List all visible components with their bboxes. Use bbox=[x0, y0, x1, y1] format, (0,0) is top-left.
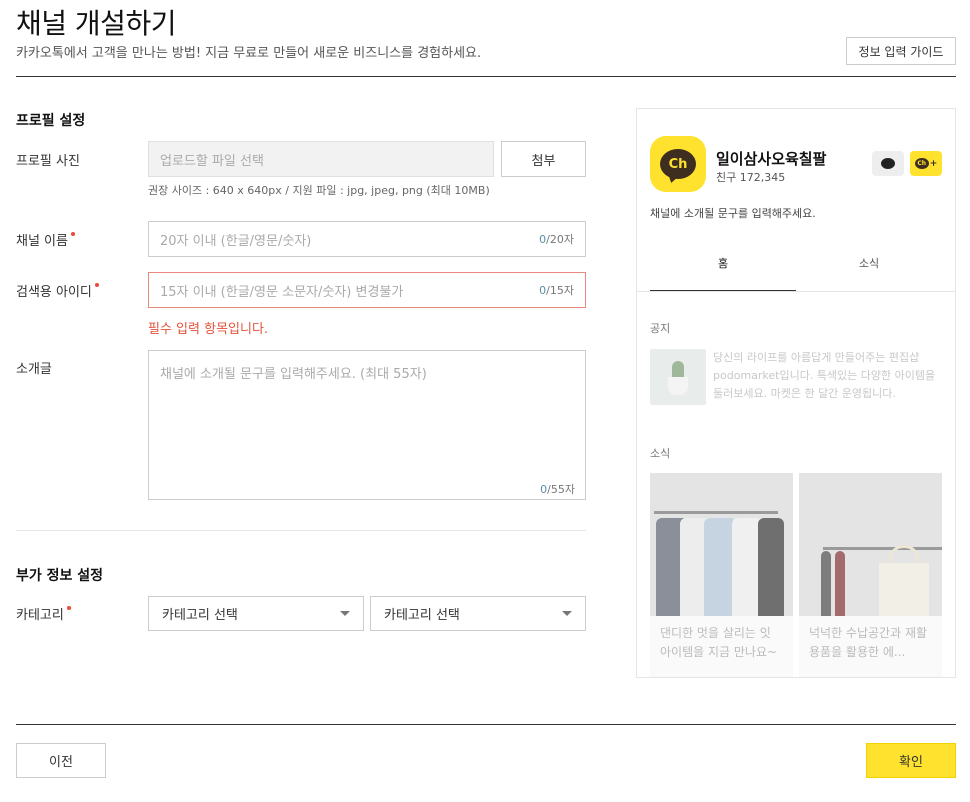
profile-section-title: 프로필 설정 bbox=[16, 113, 86, 129]
search-id-label-text: 검색용 아이디 bbox=[16, 285, 92, 300]
tote-bag-shape bbox=[879, 563, 929, 616]
photo-size-hint: 권장 사이즈 : 640 x 640px / 지원 파일 : jpg, jpeg… bbox=[148, 184, 490, 197]
channel-name-placeholder: 20자 이내 (한글/영문/숫자) bbox=[160, 233, 312, 249]
footer-divider bbox=[16, 724, 956, 725]
rack-bar bbox=[654, 511, 778, 514]
preview-news-title: 소식 bbox=[650, 447, 671, 460]
channel-name-input[interactable]: 20자 이내 (한글/영문/숫자) 0/20자 bbox=[148, 221, 586, 257]
search-id-counter: 0/15자 bbox=[539, 282, 574, 298]
notice-thumbnail bbox=[650, 349, 706, 405]
prev-button[interactable]: 이전 bbox=[16, 743, 106, 778]
channel-name-label-text: 채널 이름 bbox=[16, 234, 68, 249]
header-divider bbox=[16, 76, 956, 77]
search-id-label: 검색용 아이디 bbox=[16, 281, 99, 300]
preview-tabs-divider bbox=[637, 291, 955, 292]
channel-name-label: 채널 이름 bbox=[16, 230, 75, 249]
profile-photo-label: 프로필 사진 bbox=[16, 154, 80, 169]
tote-bag-image bbox=[799, 473, 942, 616]
section-divider bbox=[16, 530, 586, 531]
preview-friend-count: 친구 172,345 bbox=[716, 171, 786, 184]
preview-tab-news[interactable]: 소식 bbox=[796, 255, 942, 291]
search-id-input[interactable]: 15자 이내 (한글/영문 소문자/숫자) 변경불가 0/15자 bbox=[148, 272, 586, 308]
extra-section-title: 부가 정보 설정 bbox=[16, 568, 104, 584]
attach-button[interactable]: 첨부 bbox=[501, 141, 586, 177]
page-subtitle: 카카오톡에서 고객을 만나는 방법! 지금 무료로 만들어 새로운 비즈니스를 … bbox=[16, 46, 482, 61]
required-dot bbox=[70, 232, 75, 236]
category-select-value: 카테고리 선택 bbox=[162, 608, 238, 623]
preview-channel-name: 일이삼사오육칠팔 bbox=[716, 150, 827, 168]
channel-preview-panel: Ch 일이삼사오육칠팔 친구 172,345 Ch + 채널에 소개될 문구를 입… bbox=[636, 108, 956, 678]
preview-tab-home[interactable]: 홈 bbox=[650, 255, 796, 291]
search-id-placeholder: 15자 이내 (한글/영문 소문자/숫자) 변경불가 bbox=[160, 284, 404, 300]
channel-name-counter: 0/20자 bbox=[539, 231, 574, 247]
news-card[interactable]: 넉넉한 수납공간과 재활용품을 활용한 에... bbox=[799, 473, 942, 677]
channel-add-icon: Ch bbox=[914, 158, 929, 169]
plus-icon: + bbox=[929, 158, 938, 169]
channel-logo: Ch bbox=[650, 136, 706, 192]
intro-placeholder: 채널에 소개될 문구를 입력해주세요. (최대 55자) bbox=[160, 367, 427, 382]
kakao-channel-icon: Ch bbox=[660, 149, 696, 179]
category-select-secondary[interactable]: 카테고리 선택 bbox=[370, 596, 586, 631]
category-label: 카테고리 bbox=[16, 604, 71, 623]
required-dot bbox=[66, 606, 71, 610]
clothes-rack-image bbox=[650, 473, 793, 616]
category-select-value: 카테고리 선택 bbox=[384, 608, 460, 623]
chat-bubble-icon bbox=[881, 158, 895, 169]
preview-notice-text: 당신의 라이프를 아름답게 만들어주는 편집샵 podomarket입니다. 특… bbox=[713, 351, 936, 400]
rack-bar bbox=[823, 547, 942, 550]
pot-image-icon bbox=[668, 377, 688, 395]
news-card-text: 댄디한 멋을 살리는 잇 아이템을 지금 만나요~ bbox=[660, 626, 778, 659]
intro-counter: 0/55자 bbox=[540, 481, 575, 497]
required-dot bbox=[94, 283, 99, 287]
counter-max: /15자 bbox=[546, 284, 574, 297]
hanger-shape bbox=[835, 551, 845, 616]
garment-shape bbox=[758, 518, 784, 616]
info-guide-button[interactable]: 정보 입력 가이드 bbox=[846, 37, 956, 65]
preview-description: 채널에 소개될 문구를 입력해주세요. bbox=[650, 207, 816, 220]
confirm-button[interactable]: 확인 bbox=[866, 743, 956, 778]
page-title: 채널 개설하기 bbox=[16, 7, 176, 40]
caret-down-icon bbox=[340, 611, 350, 616]
counter-max: /55자 bbox=[547, 483, 575, 496]
news-card-text: 넉넉한 수납공간과 재활용품을 활용한 에... bbox=[809, 626, 928, 659]
caret-down-icon bbox=[562, 611, 572, 616]
file-input-placeholder: 업로드할 파일 선택 bbox=[160, 153, 264, 169]
intro-textarea[interactable]: 채널에 소개될 문구를 입력해주세요. (최대 55자) 0/55자 bbox=[148, 350, 586, 500]
category-select-primary[interactable]: 카테고리 선택 bbox=[148, 596, 364, 631]
counter-max: /20자 bbox=[546, 233, 574, 246]
news-card[interactable]: 댄디한 멋을 살리는 잇 아이템을 지금 만나요~ bbox=[650, 473, 793, 677]
preview-add-channel-button[interactable]: Ch + bbox=[910, 151, 942, 176]
search-id-error: 필수 입력 항목입니다. bbox=[148, 322, 269, 337]
category-label-text: 카테고리 bbox=[16, 608, 64, 623]
preview-notice-title: 공지 bbox=[650, 322, 671, 335]
profile-photo-file-input[interactable]: 업로드할 파일 선택 bbox=[148, 141, 494, 177]
preview-chat-button[interactable] bbox=[872, 151, 904, 176]
intro-label: 소개글 bbox=[16, 362, 52, 377]
hanger-shape bbox=[821, 551, 831, 616]
